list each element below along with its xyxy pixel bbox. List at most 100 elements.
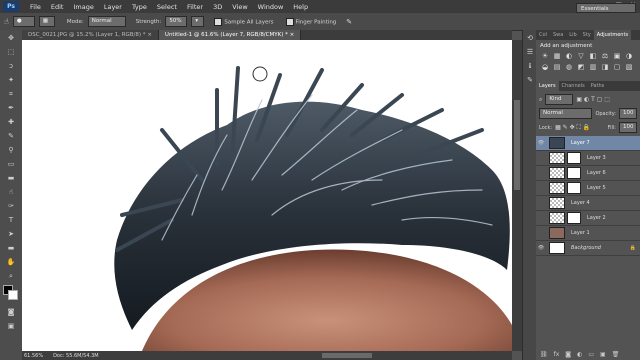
tab-paths[interactable]: Paths <box>588 81 608 91</box>
sample-all-layers-toggle[interactable]: Sample All Layers <box>214 17 274 26</box>
zoom-tool-icon[interactable]: ⌕ <box>4 271 18 282</box>
tab-untitled-1[interactable]: Untitled-1 @ 61.6% (Layer 7, RGB/8/CMYK)… <box>158 30 302 40</box>
hue-sat-icon[interactable]: ⚖ <box>600 52 610 61</box>
layer-mask-thumbnail[interactable] <box>567 212 581 224</box>
tab-channels[interactable]: Channels <box>559 81 588 91</box>
brush-preset-picker[interactable]: ● <box>12 16 35 27</box>
info-panel-icon[interactable]: ℹ <box>523 61 537 72</box>
layer-row-background[interactable]: 👁 Background 🔒 <box>536 241 640 256</box>
layer-mask-thumbnail[interactable] <box>567 182 581 194</box>
brush-panel-icon[interactable]: ✎ <box>523 75 537 86</box>
tab-adjustments[interactable]: Adjustments <box>593 30 632 40</box>
layer-mask-thumbnail[interactable] <box>567 152 581 164</box>
menu-type[interactable]: Type <box>127 3 152 11</box>
tab-dsc-0021[interactable]: DSC_0021.JPG @ 15.2% (Layer 1, RGB/8) * … <box>22 30 159 40</box>
selective-color-icon[interactable]: ▧ <box>624 63 634 72</box>
document-canvas[interactable] <box>22 40 512 351</box>
new-adjustment-icon[interactable]: ◐ <box>577 351 582 358</box>
tab-color[interactable]: Col <box>536 30 550 40</box>
smudge-tool-icon[interactable]: ☝ <box>4 17 9 26</box>
crop-tool-icon[interactable]: ⌗ <box>4 89 18 100</box>
threshold-icon[interactable]: ◨ <box>600 63 610 72</box>
eyedropper-tool-icon[interactable]: ✒ <box>4 103 18 114</box>
layer-row-layer-2[interactable]: Layer 2 <box>536 211 640 226</box>
menu-view[interactable]: View <box>227 3 252 11</box>
tab-close-icon[interactable]: × <box>290 32 295 38</box>
invert-icon[interactable]: ◩ <box>576 63 586 72</box>
menu-select[interactable]: Select <box>152 3 182 11</box>
gradient-tool-icon[interactable]: ▬ <box>4 173 18 184</box>
layer-row-layer-7[interactable]: 👁 Layer 7 <box>536 136 640 151</box>
opacity-input[interactable]: 100 <box>619 108 637 119</box>
levels-icon[interactable]: ▦ <box>552 52 562 61</box>
quick-mask-icon[interactable]: ◙ <box>4 307 18 318</box>
layer-row-layer-6[interactable]: Layer 6 <box>536 166 640 181</box>
tab-libraries[interactable]: Lib <box>566 30 579 40</box>
blend-mode-select[interactable]: Normal <box>539 108 593 119</box>
menu-image[interactable]: Image <box>68 3 98 11</box>
smudge-tool-icon-2[interactable]: ☝ <box>4 187 18 198</box>
history-panel-icon[interactable]: ⟲ <box>523 33 537 44</box>
fill-input[interactable]: 100 <box>619 122 637 133</box>
layer-row-layer-1[interactable]: Layer 1 <box>536 226 640 241</box>
fx-icon[interactable]: fx <box>554 351 560 358</box>
menu-help[interactable]: Help <box>288 3 313 11</box>
menu-layer[interactable]: Layer <box>99 3 127 11</box>
layer-row-layer-4[interactable]: Layer 4 <box>536 196 640 211</box>
tab-styles[interactable]: Sty <box>580 30 594 40</box>
link-layers-icon[interactable]: ⛓ <box>540 351 548 358</box>
marquee-tool-icon[interactable]: ⬚ <box>4 47 18 58</box>
strength-slider-toggle[interactable]: ▾ <box>191 16 205 27</box>
mode-select[interactable]: Normal <box>87 16 126 27</box>
add-mask-icon[interactable]: ◙ <box>565 351 571 358</box>
pressure-icon[interactable]: ✎ <box>346 18 352 26</box>
menu-file[interactable]: File <box>25 3 46 11</box>
brush-panel-toggle-icon[interactable]: ▦ <box>38 16 55 27</box>
type-tool-icon[interactable]: T <box>4 215 18 226</box>
strength-input[interactable]: 50% <box>165 16 188 27</box>
healing-tool-icon[interactable]: ✚ <box>4 117 18 128</box>
eye-icon[interactable]: 👁 <box>536 245 546 251</box>
brush-tool-icon[interactable]: ✎ <box>4 131 18 142</box>
lasso-tool-icon[interactable]: ↄ <box>4 61 18 72</box>
photo-filter-icon[interactable]: ◒ <box>540 63 550 72</box>
quick-select-tool-icon[interactable]: ✦ <box>4 75 18 86</box>
brightness-icon[interactable]: ☀ <box>540 52 550 61</box>
filter-icons[interactable]: ▣ ◐ T ▢ ⬚ <box>576 96 610 103</box>
new-group-icon[interactable]: ▭ <box>588 351 594 358</box>
zoom-level[interactable]: 61.56% <box>24 353 43 359</box>
posterize-icon[interactable]: ▥ <box>588 63 598 72</box>
layer-mask-thumbnail[interactable] <box>567 167 581 179</box>
stamp-tool-icon[interactable]: ⚲ <box>4 145 18 156</box>
menu-3d[interactable]: 3D <box>208 3 227 11</box>
eye-icon[interactable]: 👁 <box>536 140 546 146</box>
menu-edit[interactable]: Edit <box>46 3 69 11</box>
exposure-icon[interactable]: ▽ <box>576 52 586 61</box>
channel-mixer-icon[interactable]: ▤ <box>552 63 562 72</box>
curves-icon[interactable]: ◐ <box>564 52 574 61</box>
finger-painting-toggle[interactable]: Finger Painting <box>285 17 336 26</box>
color-balance-icon[interactable]: ▣ <box>612 52 622 61</box>
move-tool-icon[interactable]: ✥ <box>4 33 18 44</box>
workspace-select[interactable]: Essentials <box>576 3 636 13</box>
layer-row-layer-3[interactable]: Layer 3 <box>536 151 640 166</box>
color-lookup-icon[interactable]: ◍ <box>564 63 574 72</box>
background-color-swatch[interactable] <box>8 290 18 300</box>
kind-select[interactable]: Kind <box>545 94 574 105</box>
pen-tool-icon[interactable]: ✑ <box>4 201 18 212</box>
menu-filter[interactable]: Filter <box>182 3 208 11</box>
path-select-tool-icon[interactable]: ➤ <box>4 229 18 240</box>
lock-icons[interactable]: ▦ ✎ ✥ ⛶ 🔒 <box>555 124 590 132</box>
vibrance-icon[interactable]: ◧ <box>588 52 598 61</box>
eraser-tool-icon[interactable]: ▭ <box>4 159 18 170</box>
black-white-icon[interactable]: ◑ <box>624 52 634 61</box>
vertical-scrollbar[interactable] <box>512 40 522 351</box>
finger-painting-checkbox[interactable] <box>285 17 294 26</box>
tab-layers[interactable]: Layers <box>536 81 559 91</box>
tab-close-icon[interactable]: × <box>147 32 152 38</box>
screen-mode-icon[interactable]: ▣ <box>4 321 18 332</box>
new-layer-icon[interactable]: ▣ <box>600 351 606 358</box>
menu-window[interactable]: Window <box>253 3 289 11</box>
layer-row-layer-5[interactable]: Layer 5 <box>536 181 640 196</box>
gradient-map-icon[interactable]: ▢ <box>612 63 622 72</box>
